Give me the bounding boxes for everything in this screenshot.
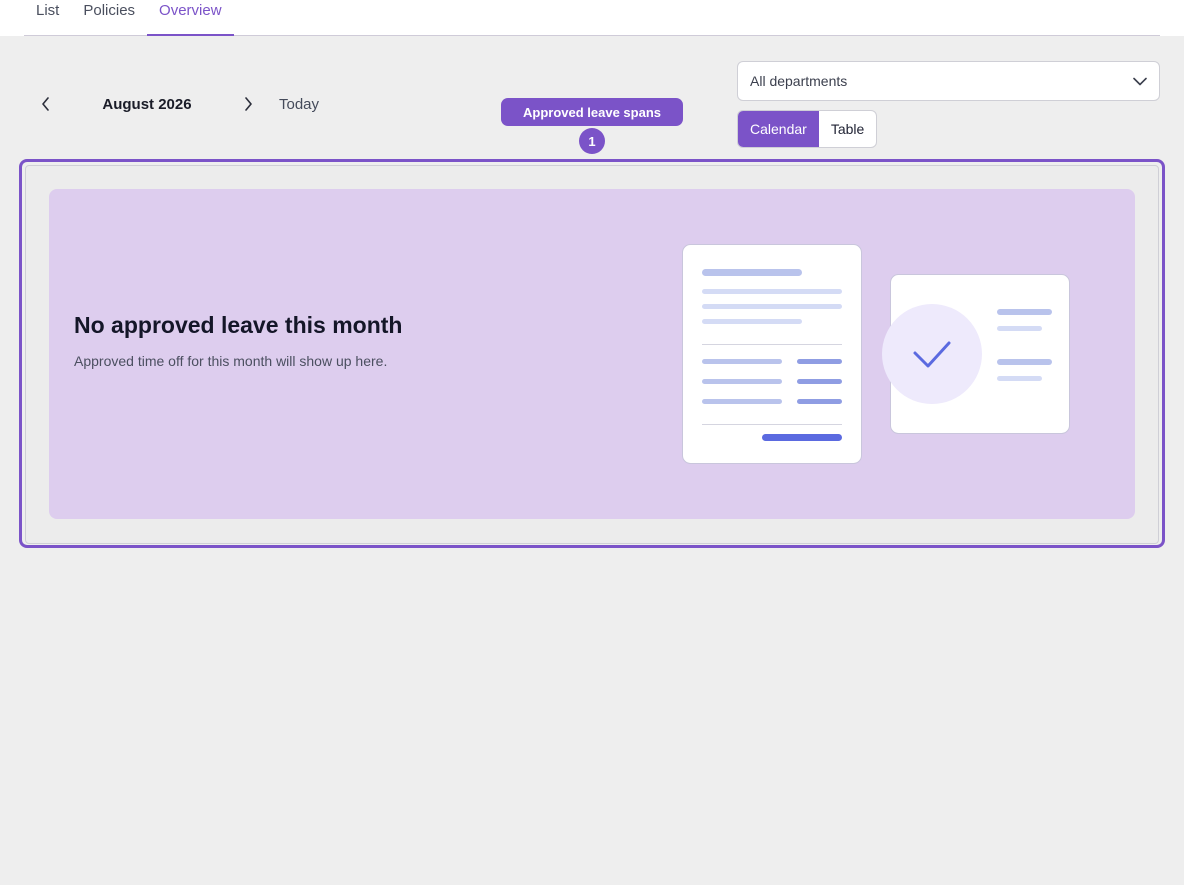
empty-state-illustration [682,244,1070,464]
confirmation-illustration [882,274,1070,434]
document-illustration [682,244,862,464]
